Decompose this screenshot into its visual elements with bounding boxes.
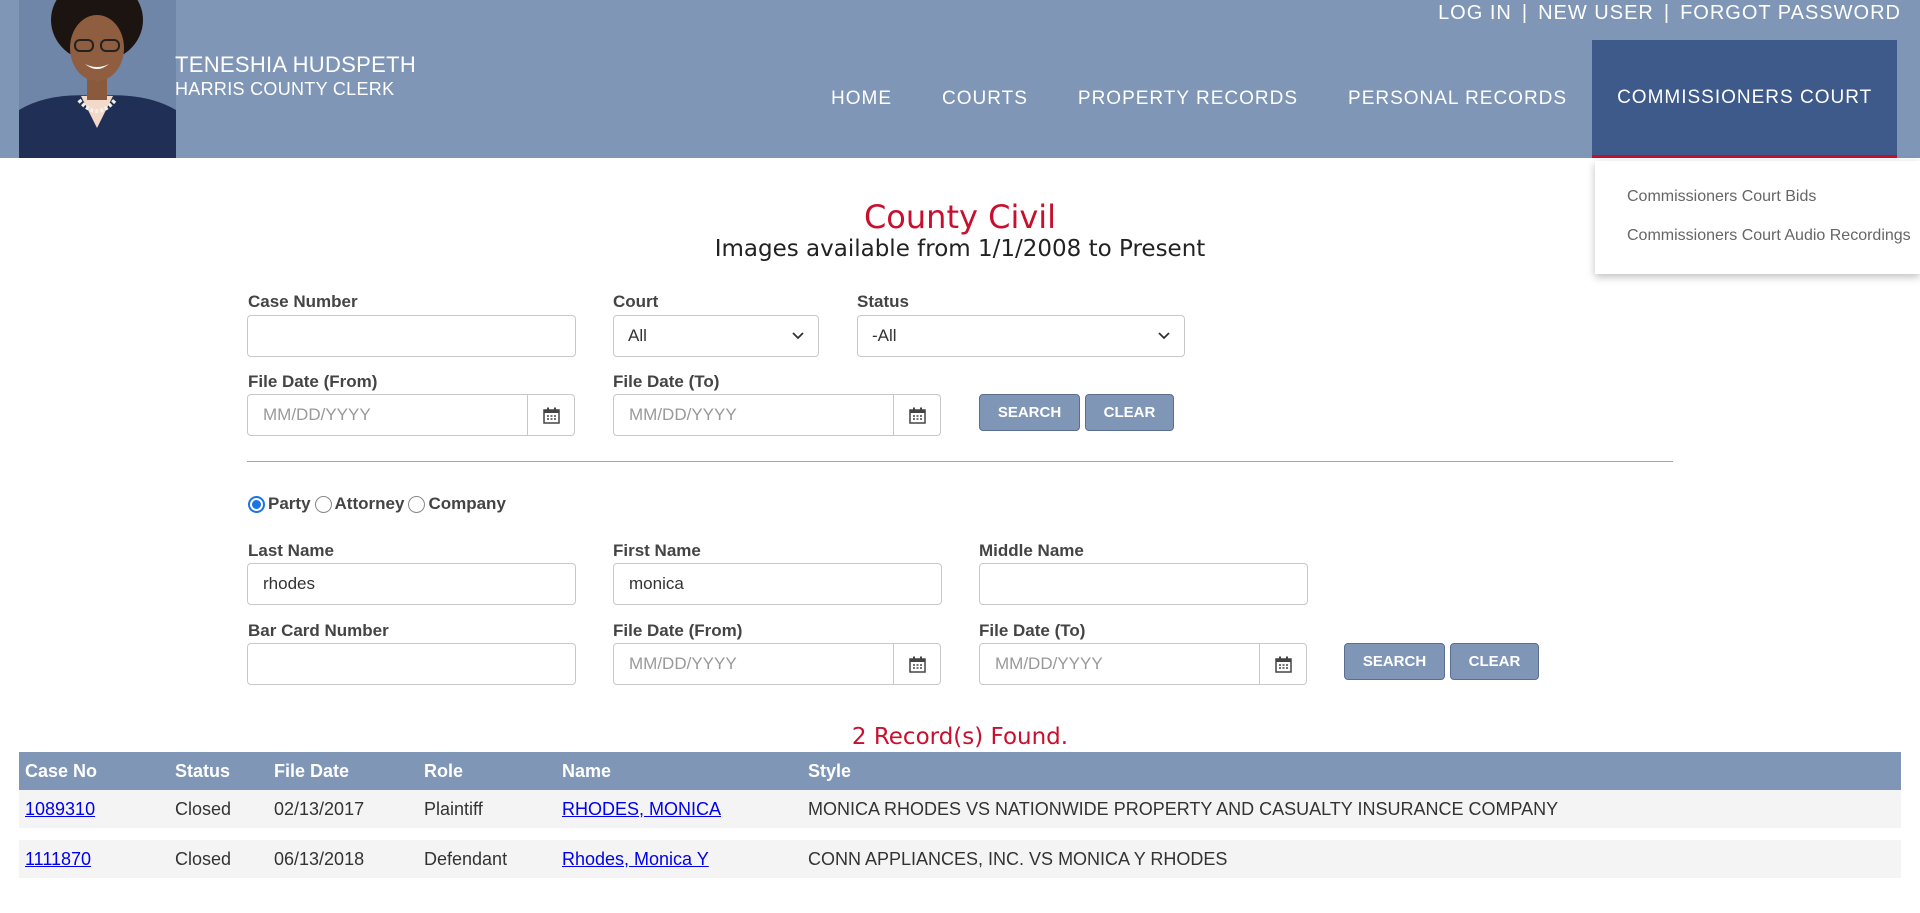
style-cell: CONN APPLIANCES, INC. VS MONICA Y RHODES — [808, 849, 1228, 869]
page-subtitle: Images available from 1/1/2008 to Presen… — [714, 236, 1206, 262]
nav-courts[interactable]: COURTS — [917, 40, 1053, 158]
party-date-to-calendar-button[interactable] — [1259, 643, 1307, 685]
role-cell: Defendant — [424, 849, 508, 869]
table-header: Case No Status File Date Role Name Style — [19, 752, 1901, 790]
status-cell: Closed — [175, 799, 232, 819]
column-header-style[interactable]: Style — [808, 752, 851, 790]
case-date-from-input[interactable] — [247, 394, 528, 436]
section-divider — [247, 461, 1673, 462]
search-type-radio-group: Party Attorney Company — [248, 494, 510, 514]
middle-name-input[interactable] — [979, 563, 1308, 605]
account-links: LOG IN | NEW USER | FORGOT PASSWORD — [1438, 2, 1901, 25]
party-date-from-calendar-button[interactable] — [893, 643, 941, 685]
case-date-to-calendar-button[interactable] — [893, 394, 941, 436]
last-name-input[interactable] — [247, 563, 576, 605]
column-header-case-no[interactable]: Case No — [25, 752, 97, 790]
calendar-icon — [542, 407, 560, 424]
case-number-label: Case Number — [248, 292, 358, 311]
first-name-input[interactable] — [613, 563, 942, 605]
case-date-from-label: File Date (From) — [248, 372, 378, 391]
case-search-button[interactable]: SEARCH — [979, 394, 1080, 431]
page-title: County Civil — [863, 198, 1057, 236]
name-link[interactable]: RHODES, MONICA — [562, 790, 721, 828]
party-clear-button[interactable]: CLEAR — [1450, 643, 1539, 680]
clerk-name: TENESHIA HUDSPETH — [175, 52, 417, 77]
column-header-file-date[interactable]: File Date — [274, 752, 349, 790]
login-link[interactable]: LOG IN — [1438, 2, 1512, 25]
nav-commissioners-court[interactable]: COMMISSIONERS COURT — [1592, 40, 1898, 158]
middle-name-label: Middle Name — [979, 541, 1084, 560]
site-header: TENESHIA HUDSPETH HARRIS COUNTY CLERK LO… — [0, 0, 1920, 158]
case-clear-button[interactable]: CLEAR — [1085, 394, 1174, 431]
status-cell: Closed — [175, 849, 232, 869]
court-label: Court — [613, 292, 659, 311]
clerk-photo — [19, 0, 176, 158]
nav-home[interactable]: HOME — [806, 40, 917, 158]
role-cell: Plaintiff — [424, 799, 483, 819]
radio-attorney-label: Attorney — [334, 494, 405, 513]
column-header-name[interactable]: Name — [562, 752, 611, 790]
last-name-label: Last Name — [248, 541, 334, 560]
calendar-icon — [908, 407, 926, 424]
first-name-label: First Name — [613, 541, 701, 560]
court-select[interactable]: All — [613, 315, 819, 357]
calendar-icon — [1274, 656, 1292, 673]
bar-card-label: Bar Card Number — [248, 621, 389, 640]
court-select-value: All — [628, 326, 647, 345]
party-date-from-label: File Date (From) — [613, 621, 743, 640]
radio-party-label: Party — [268, 494, 311, 513]
new-user-link[interactable]: NEW USER — [1538, 2, 1654, 25]
file-date-cell: 02/13/2017 — [274, 799, 365, 819]
separator: | — [1663, 2, 1671, 24]
column-header-role[interactable]: Role — [424, 752, 463, 790]
case-no-link[interactable]: 1111870 — [25, 840, 91, 878]
records-found-text: 2 Record(s) Found. — [851, 724, 1069, 750]
case-date-from-calendar-button[interactable] — [527, 394, 575, 436]
file-date-cell: 06/13/2018 — [274, 849, 365, 869]
name-link[interactable]: Rhodes, Monica Y — [562, 840, 709, 878]
party-date-from-input[interactable] — [613, 643, 894, 685]
main-nav: HOME COURTS PROPERTY RECORDS PERSONAL RE… — [806, 40, 1898, 158]
party-search-button[interactable]: SEARCH — [1344, 643, 1445, 680]
chevron-down-icon — [792, 332, 804, 340]
case-number-input[interactable] — [247, 315, 576, 357]
table-row: 1111870 Closed 06/13/2018 Defendant Rhod… — [19, 840, 1901, 878]
status-label: Status — [857, 292, 909, 311]
forgot-password-link[interactable]: FORGOT PASSWORD — [1680, 2, 1901, 25]
party-date-to-label: File Date (To) — [979, 621, 1086, 640]
table-row: 1089310 Closed 02/13/2017 Plaintiff RHOD… — [19, 790, 1901, 828]
nav-personal-records[interactable]: PERSONAL RECORDS — [1323, 40, 1592, 158]
radio-attorney[interactable] — [314, 495, 332, 513]
nav-property-records[interactable]: PROPERTY RECORDS — [1053, 40, 1323, 158]
case-no-link[interactable]: 1089310 — [25, 790, 95, 828]
column-header-status[interactable]: Status — [175, 752, 230, 790]
clerk-title: HARRIS COUNTY CLERK — [175, 79, 395, 99]
status-select-value: -All — [872, 326, 897, 345]
case-date-to-input[interactable] — [613, 394, 894, 436]
results-table: Case No Status File Date Role Name Style… — [19, 752, 1901, 878]
separator: | — [1521, 2, 1529, 24]
radio-company-label: Company — [428, 494, 506, 513]
row-spacer — [19, 828, 1901, 840]
party-date-to-input[interactable] — [979, 643, 1260, 685]
radio-party[interactable] — [248, 495, 265, 513]
calendar-icon — [908, 656, 926, 673]
bar-card-input[interactable] — [247, 643, 576, 685]
radio-company[interactable] — [408, 495, 426, 513]
chevron-down-icon — [1158, 332, 1170, 340]
case-date-to-label: File Date (To) — [613, 372, 720, 391]
status-select[interactable]: -All — [857, 315, 1185, 357]
style-cell: MONICA RHODES VS NATIONWIDE PROPERTY AND… — [808, 799, 1559, 819]
